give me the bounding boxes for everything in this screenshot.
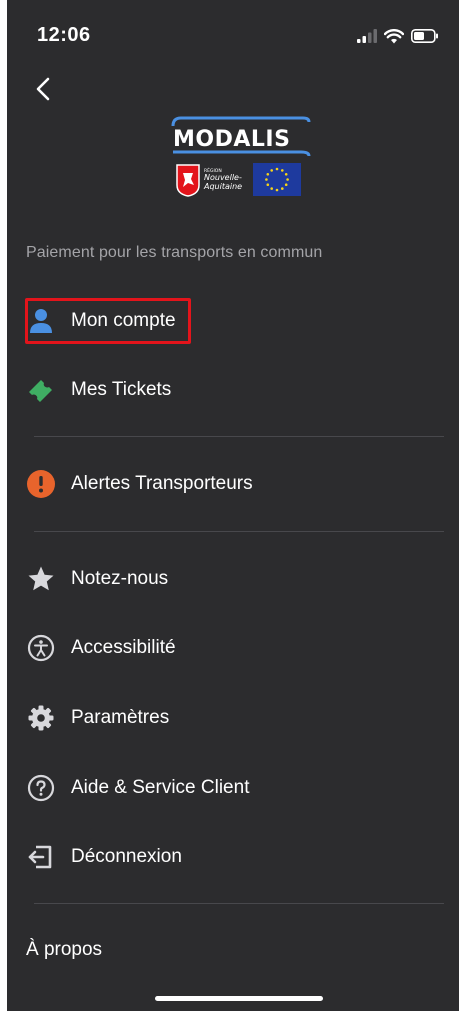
menu-subtitle: Paiement pour les transports en commun — [26, 244, 323, 261]
status-bar: 12:06 — [7, 0, 459, 70]
menu-item-alertes[interactable]: Alertes Transporteurs — [7, 456, 459, 512]
menu-item-label: Déconnexion — [71, 846, 182, 867]
about-link[interactable]: À propos — [26, 939, 102, 961]
gear-icon — [28, 705, 54, 731]
help-icon — [27, 774, 55, 802]
battery-icon — [411, 29, 438, 43]
menu-item-label: Accessibilité — [71, 637, 176, 658]
home-indicator[interactable] — [155, 996, 323, 1001]
region-label-line2: Aquitaine — [203, 182, 242, 191]
region-label-line1: Nouvelle- — [204, 173, 242, 182]
app-screen: 12:06 MODALIS RÉGION Nouvelle- Aquitaine… — [7, 0, 459, 1011]
menu-divider — [34, 531, 444, 532]
menu-divider — [34, 436, 444, 437]
menu-item-label: Mes Tickets — [71, 379, 172, 400]
menu-item-label: Paramètres — [71, 707, 170, 728]
modalis-logo: MODALIS — [171, 116, 311, 157]
region-logo: RÉGION Nouvelle- Aquitaine — [176, 164, 242, 197]
back-button[interactable] — [29, 74, 59, 104]
wifi-icon — [384, 28, 404, 43]
signal-icon — [357, 29, 377, 43]
menu-divider — [34, 903, 444, 904]
branding: MODALIS RÉGION Nouvelle- Aquitaine — [7, 112, 459, 202]
menu-item-label: Alertes Transporteurs — [71, 473, 253, 494]
star-icon — [28, 566, 54, 591]
status-time: 12:06 — [37, 24, 91, 46]
alert-icon — [27, 470, 55, 498]
menu-item-accessibilite[interactable]: Accessibilité — [7, 620, 459, 676]
menu-item-deconnexion[interactable]: Déconnexion — [7, 829, 459, 885]
menu-item-mes-tickets[interactable]: Mes Tickets — [7, 362, 459, 418]
menu-item-label: Notez-nous — [71, 568, 169, 589]
menu-item-label: Aide & Service Client — [71, 777, 250, 798]
menu-item-parametres[interactable]: Paramètres — [7, 690, 459, 746]
ticket-icon — [29, 380, 52, 402]
highlight-box — [25, 298, 191, 344]
menu-item-aide[interactable]: Aide & Service Client — [7, 760, 459, 816]
accessibility-icon — [27, 634, 55, 662]
status-icons — [357, 27, 439, 45]
eu-flag-icon — [253, 163, 301, 196]
modalis-logo-text: MODALIS — [173, 127, 290, 152]
menu-item-notez-nous[interactable]: Notez-nous — [7, 551, 459, 607]
chevron-left-icon — [36, 77, 50, 101]
logout-icon — [28, 845, 52, 869]
